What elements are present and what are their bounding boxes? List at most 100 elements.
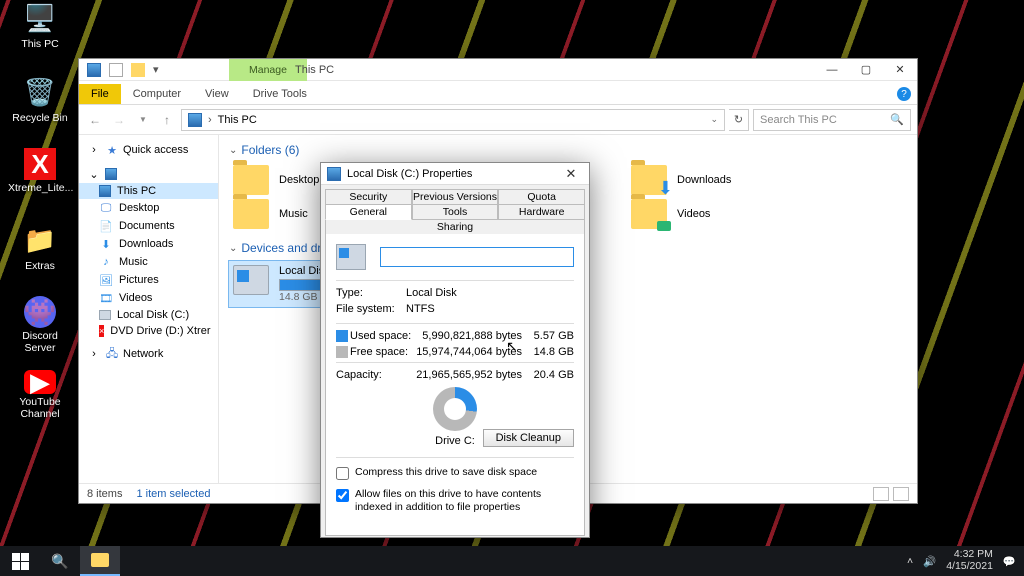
network-icon: 🖧 bbox=[105, 347, 119, 361]
qat-dropdown-icon[interactable]: ▾ bbox=[153, 63, 167, 77]
properties-icon[interactable] bbox=[109, 63, 123, 77]
ribbon-tab-drive-tools[interactable]: Drive Tools bbox=[241, 84, 319, 104]
chevron-right-icon: › bbox=[87, 347, 101, 361]
chevron-down-icon[interactable]: ⌄ bbox=[710, 114, 718, 125]
compress-checkbox[interactable]: Compress this drive to save disk space bbox=[336, 466, 574, 480]
tray-chevron-up-icon[interactable]: ˄ bbox=[907, 555, 913, 567]
nav-item-local-disk[interactable]: Local Disk (C:) bbox=[79, 307, 218, 323]
desktop-icon-this-pc[interactable]: 🖥️ This PC bbox=[8, 0, 72, 50]
tab-hardware[interactable]: Hardware bbox=[498, 204, 585, 220]
chevron-right-icon[interactable]: › bbox=[208, 114, 212, 126]
status-item-count: 8 items bbox=[87, 488, 122, 500]
usage-donut-icon bbox=[433, 387, 477, 431]
index-checkbox[interactable]: Allow files on this drive to have conten… bbox=[336, 488, 574, 514]
tab-sharing[interactable]: Sharing bbox=[325, 219, 585, 235]
up-button[interactable]: ↑ bbox=[157, 110, 177, 130]
maximize-button[interactable]: ▢ bbox=[849, 59, 883, 81]
new-folder-icon[interactable] bbox=[131, 63, 145, 77]
view-large-icons-button[interactable] bbox=[893, 487, 909, 501]
ribbon-tab-file[interactable]: File bbox=[79, 84, 121, 104]
folder-icon bbox=[91, 553, 109, 567]
desktop-icon-extras[interactable]: 📁 Extras bbox=[8, 222, 72, 272]
back-button[interactable]: ← bbox=[85, 110, 105, 130]
free-space-swatch bbox=[336, 346, 348, 358]
nav-item-this-pc[interactable]: This PC bbox=[79, 183, 218, 199]
dialog-titlebar[interactable]: Local Disk (C:) Properties ✕ bbox=[321, 163, 589, 185]
address-bar[interactable]: › This PC ⌄ bbox=[181, 109, 725, 131]
nav-label: Desktop bbox=[119, 202, 159, 214]
ribbon: File Computer View Drive Tools bbox=[79, 81, 917, 105]
group-folders[interactable]: Folders (6) bbox=[229, 143, 907, 157]
disk-cleanup-button[interactable]: Disk Cleanup bbox=[483, 429, 574, 447]
close-button[interactable]: ✕ bbox=[559, 166, 583, 182]
nav-pane: ›★Quick access ⌄ This PC 🖵Desktop 📄Docum… bbox=[79, 135, 219, 483]
index-checkbox-input[interactable] bbox=[336, 489, 349, 502]
nav-network[interactable]: › 🖧 Network bbox=[79, 345, 218, 363]
pc-icon bbox=[87, 63, 101, 77]
value-free-human: 14.8 GB bbox=[522, 346, 574, 358]
value-used-bytes: 5,990,821,888 bytes bbox=[414, 330, 522, 342]
download-icon: ⬇ bbox=[99, 237, 113, 251]
nav-item-dvd-drive[interactable]: ×DVD Drive (D:) Xtrer bbox=[79, 323, 218, 339]
desktop-icon-recycle-bin[interactable]: 🗑️ Recycle Bin bbox=[8, 74, 72, 124]
tray-clock[interactable]: 4:32 PM 4/15/2021 bbox=[946, 549, 993, 572]
nav-item-downloads[interactable]: ⬇Downloads bbox=[79, 235, 218, 253]
action-center-icon[interactable]: 💬 bbox=[1003, 555, 1016, 568]
tray-volume-icon[interactable]: 🔊 bbox=[923, 555, 936, 568]
recent-locations-button[interactable]: ▼ bbox=[133, 110, 153, 130]
tab-previous-versions[interactable]: Previous Versions bbox=[412, 189, 499, 205]
nav-label: Local Disk (C:) bbox=[117, 309, 189, 321]
forward-button[interactable]: → bbox=[109, 110, 129, 130]
tab-security[interactable]: Security bbox=[325, 189, 412, 205]
help-icon[interactable]: ? bbox=[897, 87, 911, 101]
minimize-button[interactable]: — bbox=[815, 59, 849, 81]
nav-item-pictures[interactable]: 🖼Pictures bbox=[79, 271, 218, 289]
folder-label: Videos bbox=[677, 208, 710, 220]
recycle-bin-icon: 🗑️ bbox=[22, 74, 58, 110]
desktop-icon-label: YouTube Channel bbox=[8, 396, 72, 420]
nav-quick-access[interactable]: ›★Quick access bbox=[79, 141, 218, 159]
desktop-icon-xtreme[interactable]: X Xtreme_Lite... bbox=[8, 148, 72, 194]
titlebar[interactable]: ▾ This PC — ▢ ✕ bbox=[79, 59, 917, 81]
nav-item-documents[interactable]: 📄Documents bbox=[79, 217, 218, 235]
view-details-button[interactable] bbox=[873, 487, 889, 501]
drive-icon bbox=[233, 265, 269, 295]
tab-general[interactable]: General bbox=[325, 204, 412, 220]
nav-item-videos[interactable]: 🎞Videos bbox=[79, 289, 218, 307]
nav-item-desktop[interactable]: 🖵Desktop bbox=[79, 199, 218, 217]
desktop-icon-youtube[interactable]: ▶ YouTube Channel bbox=[8, 370, 72, 420]
refresh-button[interactable] bbox=[729, 109, 749, 131]
desktop-icon-label: Extras bbox=[8, 260, 72, 272]
search-input[interactable]: Search This PC 🔍 bbox=[753, 109, 911, 131]
nav-label: Pictures bbox=[119, 274, 159, 286]
taskbar-explorer-button[interactable] bbox=[80, 546, 120, 576]
search-placeholder: Search This PC bbox=[760, 114, 837, 126]
tab-tools[interactable]: Tools bbox=[412, 204, 499, 220]
nav-label: Videos bbox=[119, 292, 152, 304]
desktop-icon-label: Recycle Bin bbox=[8, 112, 72, 124]
address-row: ← → ▼ ↑ › This PC ⌄ Search This PC 🔍 bbox=[79, 105, 917, 135]
star-icon: ★ bbox=[105, 143, 119, 157]
nav-label: Network bbox=[123, 348, 163, 360]
nav-this-pc[interactable]: ⌄ bbox=[79, 165, 218, 183]
quick-access-toolbar: ▾ bbox=[79, 63, 175, 77]
folder-videos[interactable]: Videos bbox=[627, 197, 807, 231]
drive-icon bbox=[99, 310, 111, 320]
drive-icon bbox=[336, 244, 366, 270]
desktop-icon-label: Discord Server bbox=[8, 330, 72, 354]
chevron-right-icon: › bbox=[87, 143, 101, 157]
folder-label: Downloads bbox=[677, 174, 731, 186]
pc-icon bbox=[105, 168, 117, 180]
ribbon-tab-view[interactable]: View bbox=[193, 84, 241, 104]
compress-checkbox-input[interactable] bbox=[336, 467, 349, 480]
tab-quota[interactable]: Quota bbox=[498, 189, 585, 205]
desktop-icon-discord[interactable]: 👾 Discord Server bbox=[8, 296, 72, 354]
drive-label-input[interactable] bbox=[380, 247, 574, 267]
ribbon-tab-computer[interactable]: Computer bbox=[121, 84, 193, 104]
youtube-icon: ▶ bbox=[24, 370, 56, 394]
start-button[interactable] bbox=[0, 546, 40, 576]
search-button[interactable]: 🔍 bbox=[40, 546, 80, 576]
folder-downloads[interactable]: Downloads bbox=[627, 163, 807, 197]
nav-item-music[interactable]: ♪Music bbox=[79, 253, 218, 271]
close-button[interactable]: ✕ bbox=[883, 59, 917, 81]
